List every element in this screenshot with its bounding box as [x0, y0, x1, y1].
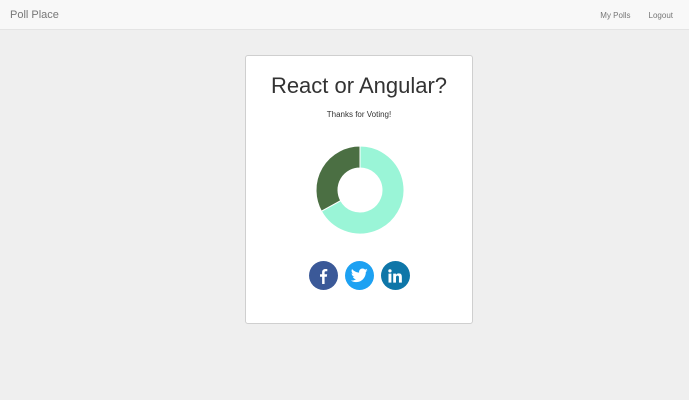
nav-links: My Polls Logout	[582, 0, 673, 30]
twitter-share-button[interactable]	[344, 261, 374, 290]
navbar: Poll Place My Polls Logout	[0, 0, 689, 30]
poll-results-donut-chart	[315, 145, 405, 235]
social-share-buttons	[246, 261, 472, 290]
thanks-message: Thanks for Voting!	[326, 110, 392, 119]
donut-slice-2	[315, 145, 361, 212]
logout-link[interactable]: Logout	[649, 11, 673, 20]
linkedin-icon	[388, 268, 402, 283]
twitter-icon	[350, 268, 368, 283]
poll-question: React or Angular?	[270, 73, 448, 98]
linkedin-share-button[interactable]	[380, 261, 410, 290]
poll-card: React or Angular? Thanks for Voting!	[245, 55, 473, 324]
brand-link[interactable]: Poll Place	[10, 0, 59, 30]
facebook-icon	[320, 268, 328, 284]
facebook-share-button[interactable]	[308, 261, 338, 290]
my-polls-link[interactable]: My Polls	[600, 11, 630, 20]
